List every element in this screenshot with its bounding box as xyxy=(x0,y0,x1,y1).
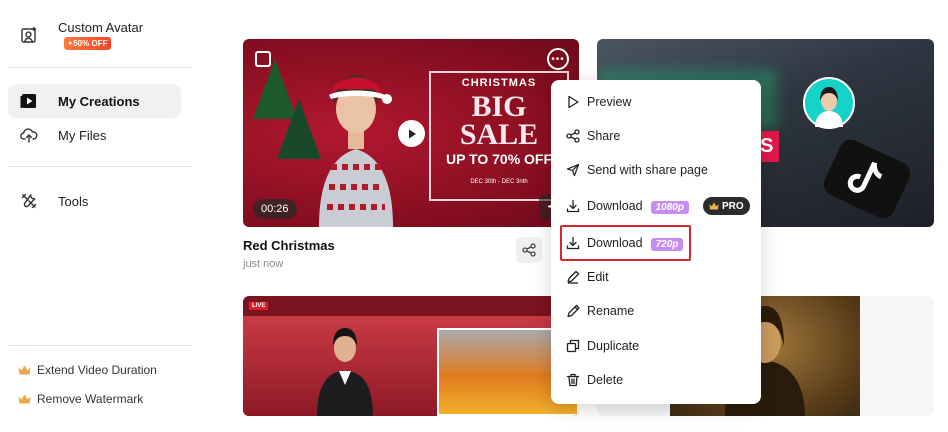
menu-item-share[interactable]: Share xyxy=(551,121,761,151)
live-tag: LIVE xyxy=(249,302,269,310)
sidebar-item-tools[interactable]: Tools xyxy=(8,184,181,218)
menu-item-label: Edit xyxy=(587,270,609,284)
sidebar-divider xyxy=(8,166,192,167)
video-duration: 00:26 xyxy=(253,199,297,219)
sidebar: Custom Avatar ● 50% OFF My Creations My Fi… xyxy=(0,0,200,432)
resolution-badge: 720p xyxy=(650,237,684,251)
christmas-sale-banner: CHRISTMAS BIG SALE UP TO 70% OFF DEC 30t… xyxy=(429,71,569,201)
menu-item-label: Preview xyxy=(587,95,632,109)
menu-item-edit[interactable]: Edit xyxy=(551,262,761,292)
crown-icon xyxy=(709,202,719,210)
menu-item-preview[interactable]: Preview xyxy=(551,87,761,117)
duplicate-icon xyxy=(565,338,581,354)
avatar-frame-icon xyxy=(19,25,39,45)
cloud-upload-icon xyxy=(19,125,39,145)
play-square-icon xyxy=(19,91,39,111)
sale-big-text: BIG xyxy=(471,90,527,123)
context-menu: Preview Share Send with share page Downl… xyxy=(551,80,761,404)
menu-item-download-720p[interactable]: Download 720p xyxy=(551,228,761,258)
sidebar-item-label: Tools xyxy=(58,193,89,209)
menu-item-label: Download xyxy=(587,235,643,250)
upgrade-label: Remove Watermark xyxy=(37,392,144,406)
share-nodes-icon xyxy=(565,128,581,144)
sale-dates: DEC 30th - DEC 3nth xyxy=(470,179,528,185)
play-outline-icon xyxy=(565,94,581,110)
video-timestamp: just now xyxy=(243,258,284,270)
ellipsis-icon: ••• xyxy=(551,53,565,65)
video-title[interactable]: Red Christmas xyxy=(243,238,335,253)
share-button[interactable] xyxy=(516,237,542,263)
menu-item-send-with-share-page[interactable]: Send with share page xyxy=(551,155,761,185)
send-icon xyxy=(565,162,581,178)
crown-icon xyxy=(18,394,31,404)
extend-video-duration-link[interactable]: Extend Video Duration xyxy=(18,363,157,377)
edit-icon xyxy=(565,269,581,285)
video-thumbnail-news[interactable]: LIVE xyxy=(243,296,579,416)
sale-heading: CHRISTMAS xyxy=(461,77,537,89)
avatar-presenter xyxy=(317,328,373,416)
select-checkbox[interactable] xyxy=(255,51,271,67)
menu-item-label: Download xyxy=(587,198,643,213)
menu-item-label: Send with share page xyxy=(587,163,708,177)
sale-text: SALE xyxy=(459,118,539,151)
menu-item-label: Share xyxy=(587,129,621,143)
tools-icon xyxy=(19,191,39,211)
menu-item-duplicate[interactable]: Duplicate xyxy=(551,331,761,361)
avatar-presenter xyxy=(319,75,393,227)
menu-item-download-1080p[interactable]: Download 1080p PRO xyxy=(551,191,761,221)
remove-watermark-link[interactable]: Remove Watermark xyxy=(18,392,143,406)
sidebar-item-my-files[interactable]: My Files xyxy=(8,118,181,152)
play-button[interactable] xyxy=(398,120,425,147)
sale-discount: UP TO 70% OFF xyxy=(445,151,553,167)
trash-icon xyxy=(565,372,581,388)
resolution-badge: 1080p xyxy=(650,200,689,214)
play-icon xyxy=(408,129,416,138)
upgrade-label: Extend Video Duration xyxy=(37,363,157,377)
tiktok-logo xyxy=(819,135,915,223)
more-options-button[interactable]: ••• xyxy=(547,48,569,70)
video-thumbnail-red-christmas[interactable]: CHRISTMAS BIG SALE UP TO 70% OFF DEC 30t… xyxy=(243,39,579,227)
sidebar-divider xyxy=(8,67,192,68)
sidebar-item-my-creations[interactable]: My Creations xyxy=(8,84,181,118)
download-icon xyxy=(565,235,581,251)
menu-item-delete[interactable]: Delete xyxy=(551,365,761,395)
download-icon xyxy=(565,198,581,214)
discount-badge: ● 50% OFF xyxy=(64,37,112,51)
sidebar-item-label: My Creations xyxy=(58,93,140,109)
avatar-presenter xyxy=(803,77,855,129)
menu-item-rename[interactable]: Rename xyxy=(551,296,761,326)
sidebar-item-custom-avatar[interactable]: Custom Avatar ● 50% OFF xyxy=(8,18,181,52)
pro-badge: PRO xyxy=(703,197,750,215)
sidebar-divider xyxy=(8,345,192,346)
menu-item-label: Rename xyxy=(587,304,635,318)
share-nodes-icon xyxy=(522,243,536,257)
crown-icon xyxy=(18,365,31,375)
sidebar-item-label: My Files xyxy=(58,127,107,143)
pen-icon xyxy=(565,303,581,319)
menu-item-label: Delete xyxy=(587,373,624,387)
menu-item-label: Duplicate xyxy=(587,339,640,353)
sidebar-item-label: Custom Avatar xyxy=(58,19,144,35)
